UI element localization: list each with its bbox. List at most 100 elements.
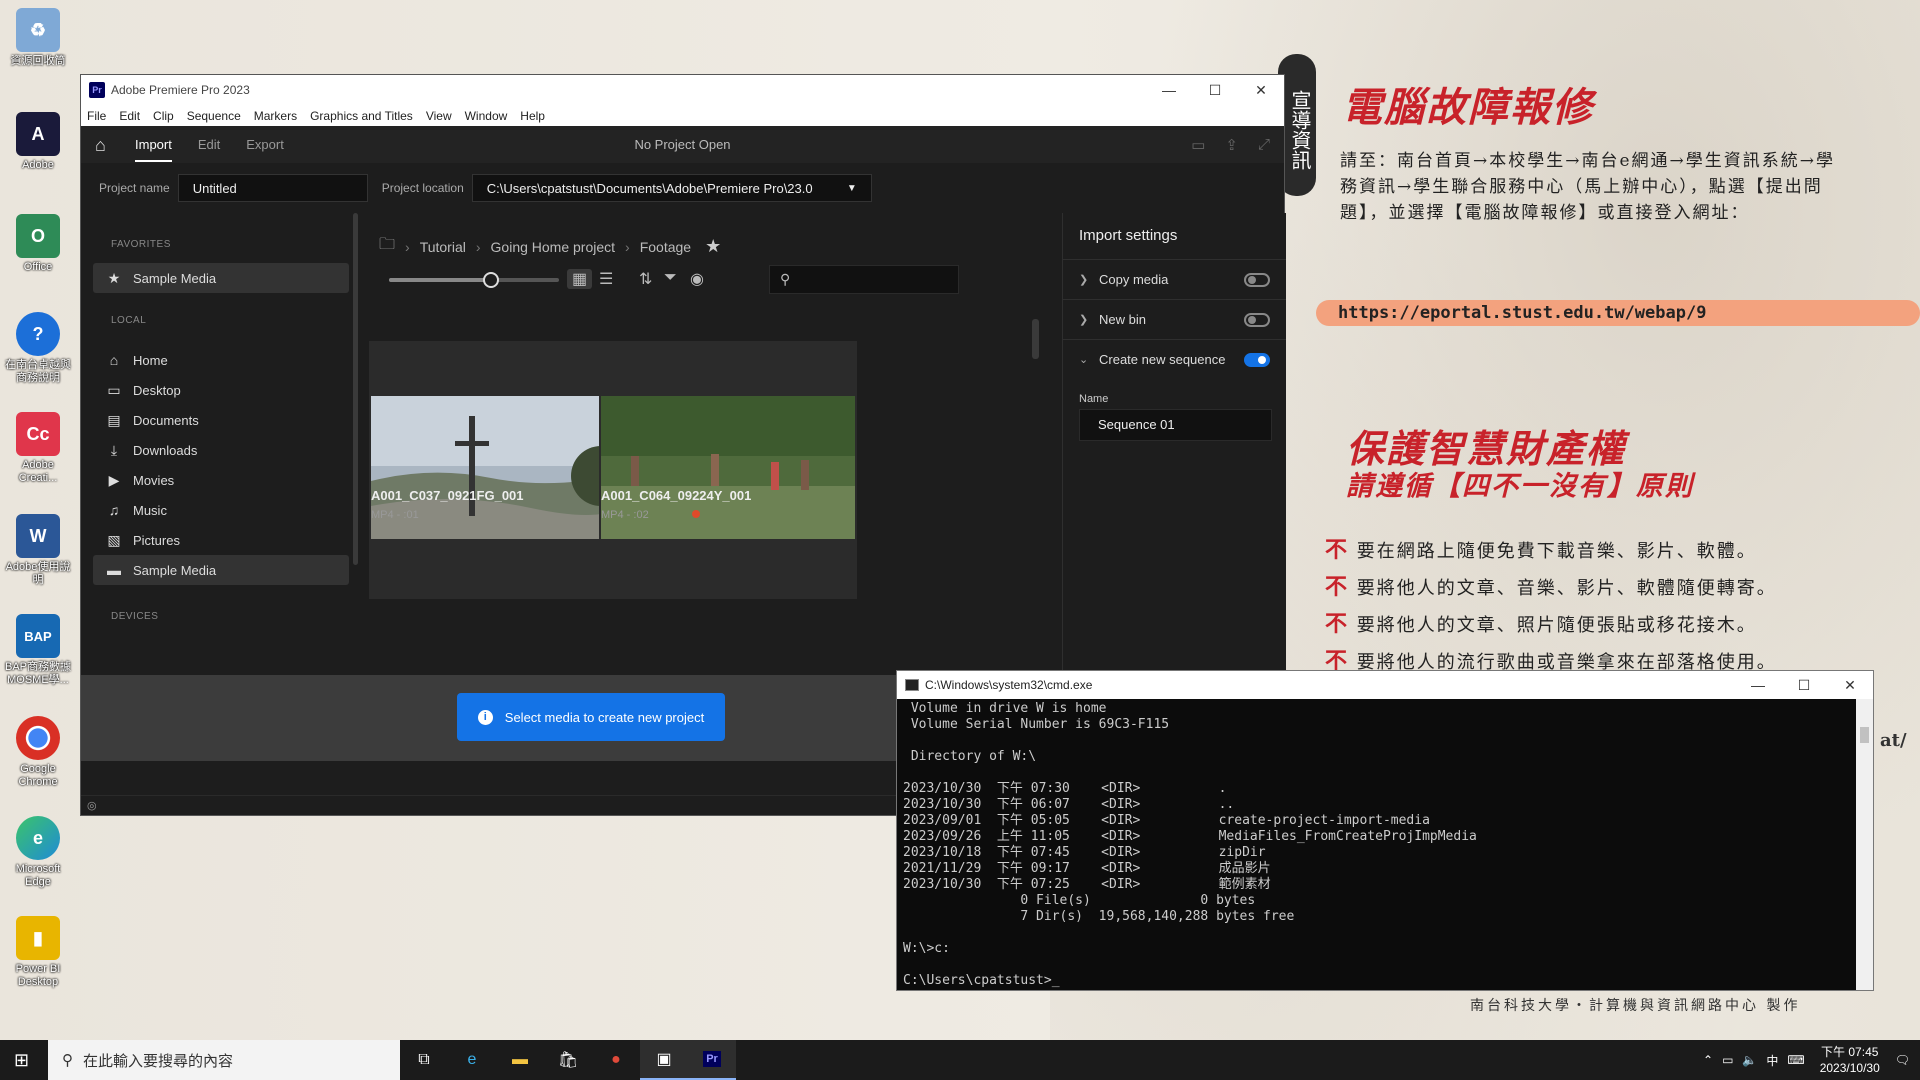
desktop-icon-power-bi[interactable]: ▮ Power BI Desktop	[4, 916, 72, 989]
sidebar-item-sample-media[interactable]: ▬ Sample Media	[93, 555, 349, 585]
fullscreen-icon[interactable]: ⤢	[1258, 136, 1270, 154]
menu-edit[interactable]: Edit	[119, 109, 140, 123]
share-icon[interactable]: ⇪	[1225, 136, 1238, 154]
cmd-scrollbar[interactable]	[1856, 699, 1873, 990]
slider-knob[interactable]	[483, 272, 499, 288]
taskbar-search[interactable]: ⚲ 在此輸入要搜尋的內容	[48, 1040, 400, 1080]
chevron-up-icon[interactable]: ⌃	[1703, 1053, 1713, 1067]
desktop-icon-recycle-bin[interactable]: ♻ 資源回收筒	[4, 8, 72, 68]
clock[interactable]: 下午 07:45 2023/10/30	[1820, 1044, 1880, 1076]
desktop-icon-office[interactable]: O Office	[4, 214, 72, 274]
premiere-taskbar-icon[interactable]: Pr	[688, 1040, 736, 1080]
create-sequence-toggle[interactable]	[1244, 352, 1270, 367]
task-view-icon[interactable]: ⧉	[400, 1040, 448, 1080]
sidebar-scrollbar[interactable]	[353, 213, 358, 565]
desktop-icon-word-doc[interactable]: W Adobe使用說明	[4, 514, 72, 587]
title-bar: Pr Adobe Premiere Pro 2023 — ☐ ✕	[81, 75, 1284, 105]
sidebar-item-music[interactable]: ♫ Music	[93, 495, 349, 525]
sort-icon[interactable]: ⇅	[639, 269, 652, 289]
tab-import[interactable]: Import	[135, 128, 172, 162]
menu-markers[interactable]: Markers	[254, 109, 297, 123]
breadcrumb-item[interactable]: Tutorial	[420, 239, 466, 255]
copy-media-label: Copy media	[1099, 272, 1169, 287]
new-bin-row[interactable]: ❯ New bin	[1063, 299, 1286, 339]
rule-prefix: 不	[1325, 574, 1350, 600]
premiere-logo-icon: Pr	[89, 82, 105, 98]
menu-view[interactable]: View	[426, 109, 452, 123]
menu-graphics-and-titles[interactable]: Graphics and Titles	[310, 109, 413, 123]
network-icon[interactable]: ▭	[1722, 1053, 1733, 1067]
breadcrumb-item[interactable]: Going Home project	[491, 239, 616, 255]
desktop-icon-adobe[interactable]: A Adobe	[4, 112, 72, 172]
chevron-right-icon: ❯	[1079, 314, 1089, 326]
menu-sequence[interactable]: Sequence	[187, 109, 241, 123]
keyboard-icon[interactable]: ⌨	[1787, 1053, 1804, 1067]
close-icon[interactable]: ✕	[1827, 677, 1873, 694]
minimize-icon[interactable]: —	[1735, 677, 1781, 694]
close-icon[interactable]: ✕	[1238, 82, 1284, 99]
store-icon[interactable]: 🛍	[544, 1040, 592, 1080]
tab-export[interactable]: Export	[246, 137, 284, 152]
file-explorer-icon[interactable]: ▬	[496, 1040, 544, 1080]
breadcrumb-item[interactable]: Footage	[640, 239, 691, 255]
desktop-icon-bap[interactable]: BAP BAP商務數據MOSME學...	[4, 614, 72, 687]
maximize-icon[interactable]: ☐	[1192, 82, 1238, 99]
tab-edit[interactable]: Edit	[198, 137, 220, 152]
sidebar-item-label: Downloads	[133, 442, 198, 458]
menu-clip[interactable]: Clip	[153, 109, 174, 123]
sidebar-item-movies[interactable]: ▶ Movies	[93, 465, 349, 495]
project-name-label: Project name	[99, 181, 170, 195]
sidebar-item-pictures[interactable]: ▧ Pictures	[93, 525, 349, 555]
new-bin-toggle[interactable]	[1244, 312, 1270, 327]
ime-indicator[interactable]: 中	[1766, 1052, 1778, 1069]
cmd-output[interactable]: Volume in drive W is home Volume Serial …	[897, 701, 1852, 989]
favorite-star-icon[interactable]: ★	[705, 236, 721, 257]
copy-media-toggle[interactable]	[1244, 272, 1270, 287]
project-name-input[interactable]: Untitled	[177, 174, 368, 202]
desktop-icon-google-chrome[interactable]: Google Chrome	[4, 716, 72, 789]
maximize-icon[interactable]: ☐	[1781, 677, 1827, 694]
notification-icon[interactable]: 🗨	[1895, 1053, 1910, 1067]
sequence-name-input[interactable]: Sequence 01	[1079, 409, 1272, 441]
sidebar-item-documents[interactable]: ▤ Documents	[93, 405, 349, 435]
create-sequence-row[interactable]: ⌄ Create new sequence	[1063, 339, 1286, 379]
search-icon: ⚲	[62, 1052, 73, 1069]
cmd-taskbar-icon[interactable]: ▣	[640, 1040, 688, 1080]
import-settings-panel: Import settings ❯ Copy media ❯ New bin ⌄…	[1062, 213, 1286, 675]
menu-window[interactable]: Window	[465, 109, 508, 123]
desktop-icon-label: Adobe使用說明	[5, 561, 71, 586]
browser-scrollbar[interactable]	[1032, 319, 1039, 359]
media-card[interactable]	[369, 341, 627, 599]
workspace-icon[interactable]: ▭	[1191, 136, 1205, 154]
clock-time: 下午 07:45	[1821, 1045, 1879, 1059]
menu-help[interactable]: Help	[520, 109, 545, 123]
filter-icon[interactable]: ⏷	[664, 269, 677, 287]
home-icon[interactable]: ⌂	[95, 136, 115, 154]
sidebar-item-favorite-sample-media[interactable]: ★ Sample Media	[93, 263, 349, 293]
scroll-thumb[interactable]	[1860, 727, 1869, 743]
desktop-icon-adobe-creative-cloud[interactable]: Cc Adobe Creati...	[4, 412, 72, 485]
project-location-select[interactable]: C:\Users\cpatstust\Documents\Adobe\Premi…	[471, 174, 872, 202]
windows-start-icon[interactable]: ⊞	[14, 1050, 29, 1071]
chrome-taskbar-icon[interactable]: ●	[592, 1040, 640, 1080]
folder-up-icon[interactable]: 🗀	[379, 233, 395, 260]
search-input[interactable]: ⚲	[769, 265, 959, 294]
grid-view-icon[interactable]: ▦	[567, 269, 593, 289]
desktop-icon-help[interactable]: ? 在南台卓越與商務說明	[4, 312, 72, 385]
sidebar-item-desktop[interactable]: ▭ Desktop	[93, 375, 349, 405]
sidebar-item-downloads[interactable]: ⤓ Downloads	[93, 435, 349, 465]
desktop-icon-microsoft-edge[interactable]: e Microsoft Edge	[4, 816, 72, 889]
status-icon[interactable]: ◎	[87, 800, 97, 812]
edge-taskbar-icon[interactable]: e	[448, 1040, 496, 1080]
sidebar-item-home[interactable]: ⌂ Home	[93, 345, 349, 375]
thumbnail-size-slider[interactable]	[389, 272, 559, 288]
minimize-icon[interactable]: —	[1146, 82, 1192, 99]
list-view-icon[interactable]: ☰	[599, 269, 613, 289]
eye-icon[interactable]: ◉	[690, 269, 704, 289]
copy-media-row[interactable]: ❯ Copy media	[1063, 259, 1286, 299]
sidebar-item-label: Sample Media	[133, 562, 217, 578]
media-card[interactable]	[599, 341, 857, 599]
volume-icon[interactable]: 🔈	[1742, 1053, 1757, 1067]
menu-file[interactable]: File	[87, 109, 106, 123]
rule-text: 要將他人的文章、照片隨便張貼或移花接木。	[1356, 615, 1757, 636]
